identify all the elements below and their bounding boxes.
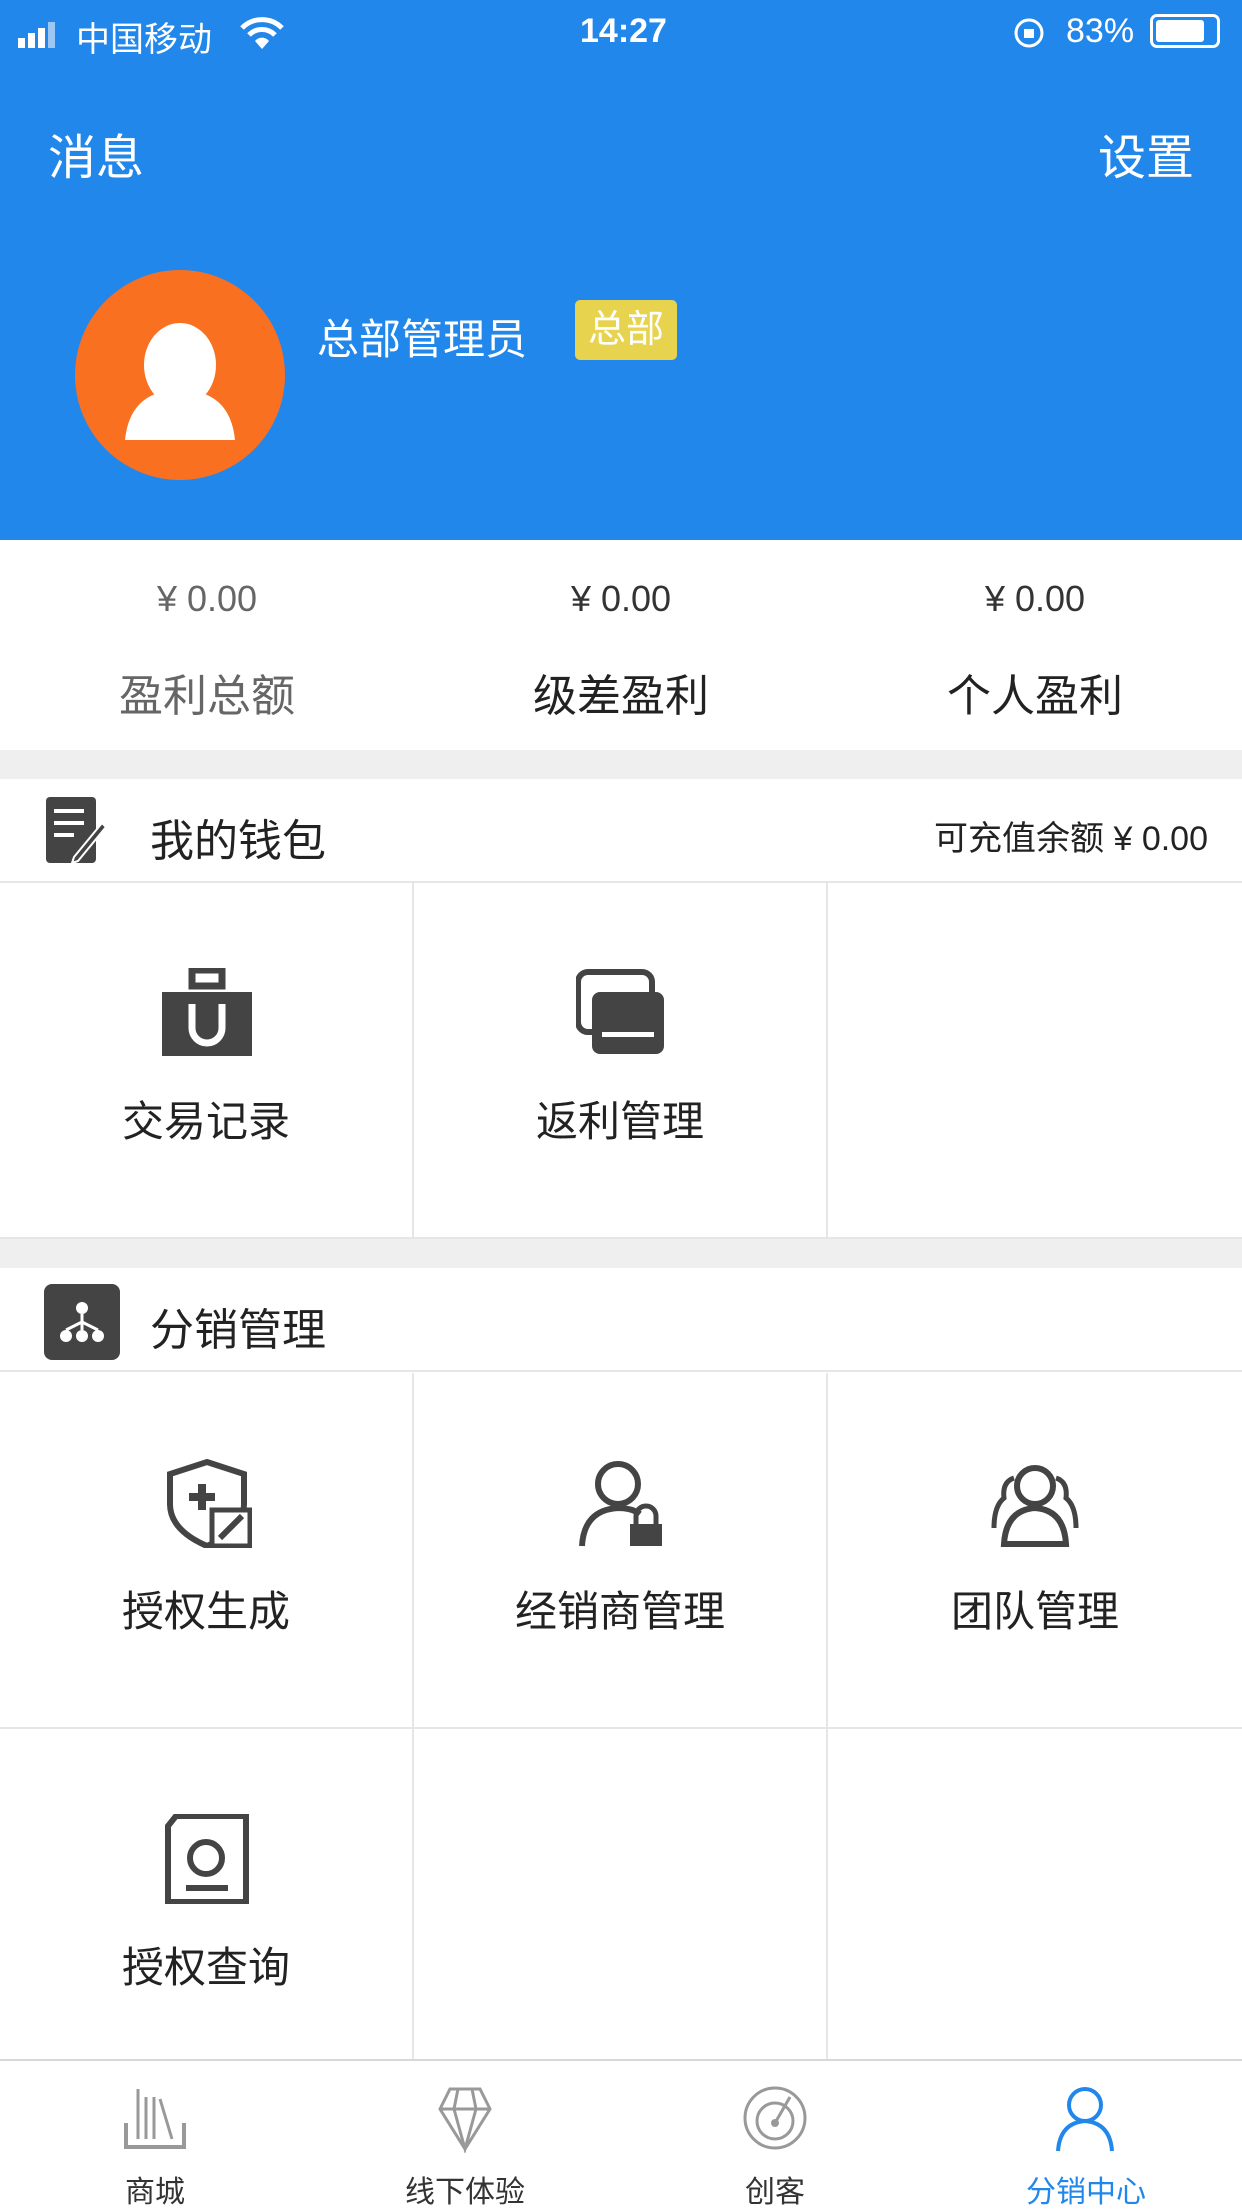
org-chart-icon	[44, 1284, 120, 1360]
role-badge: 总部	[575, 300, 677, 360]
user-name: 总部管理员	[317, 316, 528, 363]
divider	[0, 1239, 1242, 1268]
grid-item-transactions[interactable]: 交易记录	[0, 883, 414, 1239]
wifi-icon	[240, 16, 284, 55]
cards-icon	[576, 969, 664, 1054]
grid-empty	[828, 883, 1242, 1239]
stat-total-profit[interactable]: ¥ 0.00 盈利总额	[0, 540, 414, 750]
notepad-pen-icon	[46, 797, 106, 865]
diamond-icon	[438, 2087, 492, 2153]
grid-empty	[828, 1729, 1242, 2059]
carrier: 中国移动	[76, 21, 212, 59]
grid-item-authorize-query[interactable]: 授权查询	[0, 1729, 414, 2059]
grid-item-dealer-management[interactable]: 经销商管理	[414, 1373, 828, 1729]
battery-percent: 83%	[1066, 12, 1135, 50]
settings-button[interactable]: 设置	[1098, 118, 1194, 188]
clock: 14:27	[580, 12, 667, 50]
books-icon	[124, 2089, 186, 2149]
shopping-bag-icon	[162, 968, 252, 1056]
tab-label: 分销中心	[1026, 2176, 1146, 2209]
signal-icon	[18, 22, 66, 53]
tab-label: 线下体验	[405, 2176, 525, 2209]
stat-label: 盈利总额	[119, 672, 295, 721]
tab-maker[interactable]: 创客	[620, 2061, 930, 2210]
wallet-title: 我的钱包	[150, 817, 326, 866]
stat-personal-profit[interactable]: ¥ 0.00 个人盈利	[828, 540, 1242, 750]
grid-item-label: 返利管理	[535, 1098, 704, 1145]
grid-item-rebates[interactable]: 返利管理	[414, 883, 828, 1239]
wallet-balance: 可充值余额 ¥ 0.00	[934, 820, 1208, 858]
tab-distribution-center[interactable]: 分销中心	[930, 2061, 1242, 2210]
tab-label: 商城	[125, 2176, 185, 2209]
user-silhouette-icon	[125, 323, 235, 440]
grid-item-label: 授权查询	[121, 1944, 290, 1991]
grid-item-label: 交易记录	[121, 1098, 290, 1145]
shield-plus-icon	[167, 1458, 252, 1548]
stat-value: ¥ 0.00	[570, 578, 672, 619]
rotation-lock-icon	[1012, 16, 1046, 55]
divider	[0, 750, 1242, 779]
grid-item-authorize-create[interactable]: 授权生成	[0, 1373, 414, 1729]
bottom-tab-bar: 商城 线下体验 创客 分销中心	[0, 2059, 1242, 2210]
user-lock-icon	[579, 1461, 662, 1547]
stat-label: 级差盈利	[533, 672, 709, 721]
stat-tier-profit[interactable]: ¥ 0.00 级差盈利	[414, 540, 828, 750]
user-icon	[1056, 2087, 1114, 2152]
grid-item-label: 授权生成	[121, 1588, 290, 1635]
avatar[interactable]	[75, 270, 285, 480]
team-icon	[991, 1465, 1079, 1547]
grid-item-label: 团队管理	[950, 1588, 1119, 1635]
radar-icon	[743, 2086, 807, 2150]
grid-item-label: 经销商管理	[514, 1588, 725, 1635]
certificate-search-icon	[165, 1814, 249, 1904]
profit-summary: ¥ 0.00 盈利总额 ¥ 0.00 级差盈利 ¥ 0.00 个人盈利	[0, 540, 1242, 750]
profile-header: 中国移动 14:27 83% 消息 设置 总部管理员 总部	[0, 0, 1242, 540]
stat-value: ¥ 0.00	[156, 578, 258, 619]
tab-mall[interactable]: 商城	[0, 2061, 310, 2210]
stat-label: 个人盈利	[947, 672, 1123, 721]
grid-empty	[414, 1729, 828, 2059]
battery-icon	[1150, 14, 1220, 48]
grid-item-team-management[interactable]: 团队管理	[828, 1373, 1242, 1729]
messages-button[interactable]: 消息	[48, 118, 144, 188]
distribution-header: 分销管理	[0, 1268, 1242, 1372]
distribution-title: 分销管理	[150, 1306, 326, 1355]
wallet-header: 我的钱包 可充值余额 ¥ 0.00	[0, 779, 1242, 883]
tab-label: 创客	[745, 2176, 805, 2209]
stat-value: ¥ 0.00	[984, 578, 1086, 619]
tab-offline[interactable]: 线下体验	[310, 2061, 620, 2210]
